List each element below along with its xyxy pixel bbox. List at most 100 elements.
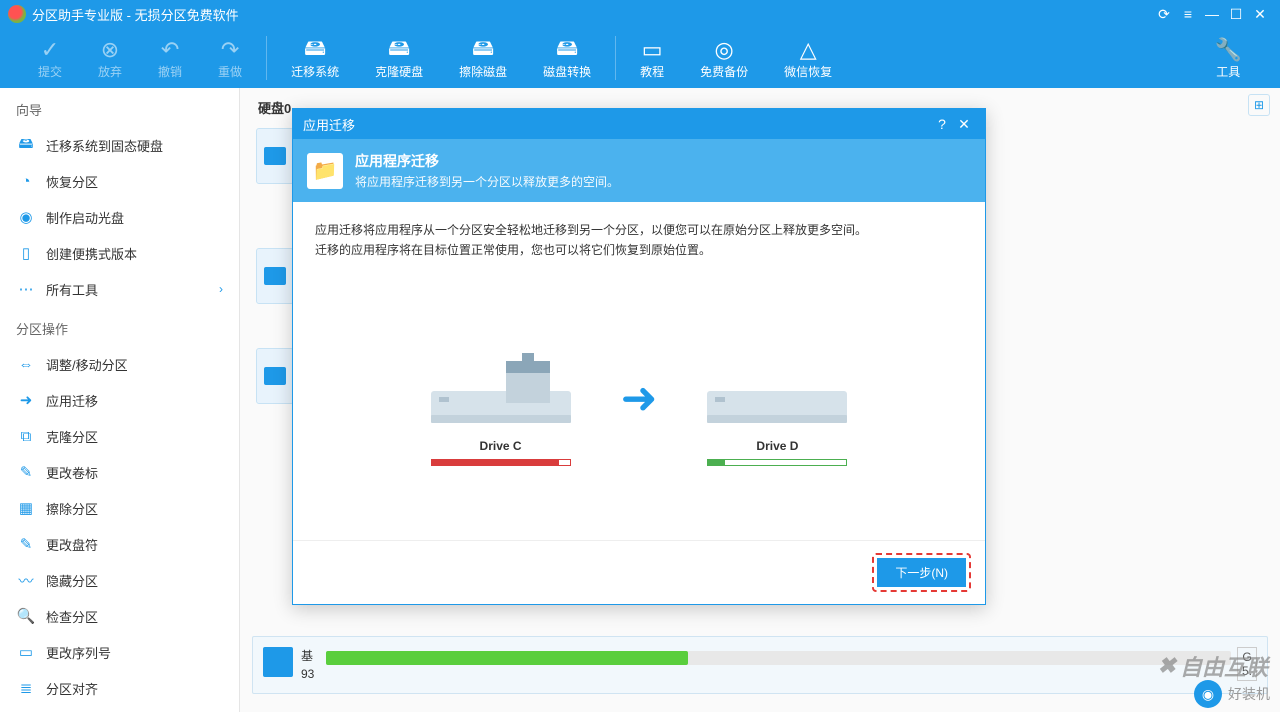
sidebar-item-boot-disc[interactable]: ◉制作启动光盘 bbox=[0, 199, 239, 235]
sidebar-item-recover-partition[interactable]: ◔恢复分区 bbox=[0, 163, 239, 199]
refresh-icon[interactable]: ⟳ bbox=[1152, 2, 1176, 26]
backup-button[interactable]: ◎免费备份 bbox=[682, 33, 766, 84]
toolbar: ✓提交 ⊗放弃 ↶撤销 ↷重做 🖴迁移系统 🖴克隆硬盘 🖴擦除磁盘 🖴磁盘转换 … bbox=[0, 28, 1280, 88]
sidebar: 向导 🖴迁移系统到固态硬盘 ◔恢复分区 ◉制作启动光盘 ▯创建便携式版本 ⋯所有… bbox=[0, 88, 240, 712]
watermark-text: ✖ 自由互联 bbox=[1158, 650, 1268, 682]
titlebar: 分区助手专业版 - 无损分区免费软件 ⟳ ≡ — ☐ ✕ bbox=[0, 0, 1280, 28]
app-logo-icon bbox=[8, 5, 26, 23]
folder-arrow-icon: 📁 bbox=[307, 153, 343, 189]
drive-c-label: Drive C bbox=[480, 439, 522, 453]
arrow-right-icon: ➜ bbox=[621, 373, 658, 424]
wipe-disk-button[interactable]: 🖴擦除磁盘 bbox=[441, 33, 525, 84]
partition-size: 93 bbox=[301, 665, 314, 683]
undo-icon: ↶ bbox=[161, 37, 179, 63]
sidebar-item-change-label[interactable]: ✎更改卷标 bbox=[0, 454, 239, 490]
desc-line-2: 迁移的应用程序将在目标位置正常使用，您也可以将它们恢复到原始位置。 bbox=[315, 240, 963, 260]
next-button-highlight: 下一步(N) bbox=[872, 553, 971, 592]
divider bbox=[615, 36, 616, 80]
sidebar-item-change-letter[interactable]: ✎更改盘符 bbox=[0, 526, 239, 562]
watermark2: ◉好装机 bbox=[1194, 680, 1270, 708]
letter-icon: ✎ bbox=[16, 534, 36, 554]
label-icon: ✎ bbox=[16, 462, 36, 482]
clone-disk-button[interactable]: 🖴克隆硬盘 bbox=[357, 33, 441, 84]
redo-button[interactable]: ↷重做 bbox=[200, 33, 260, 84]
serial-icon: ▭ bbox=[16, 642, 36, 662]
next-button[interactable]: 下一步(N) bbox=[877, 558, 966, 587]
app-title: 分区助手专业版 - 无损分区免费软件 bbox=[32, 5, 1152, 24]
sidebar-item-change-serial[interactable]: ▭更改序列号 bbox=[0, 634, 239, 670]
recover-icon: ◔ bbox=[16, 171, 36, 191]
resize-icon: ⇔ bbox=[16, 354, 36, 374]
wechat-icon: △ bbox=[800, 37, 817, 63]
watermark-logo-icon: ◉ bbox=[1194, 680, 1222, 708]
sidebar-item-properties[interactable]: ⓘ属性 bbox=[0, 706, 239, 712]
banner-title: 应用程序迁移 bbox=[355, 151, 619, 171]
book-icon: ▭ bbox=[642, 37, 663, 63]
clone-icon: 🖴 bbox=[388, 37, 410, 63]
drive-c-usage-bar bbox=[431, 459, 571, 466]
check-icon: ✓ bbox=[41, 37, 59, 63]
migrate-icon: ➜ bbox=[16, 390, 36, 410]
maximize-icon[interactable]: ☐ bbox=[1224, 2, 1248, 26]
sidebar-item-clone-partition[interactable]: ⧉克隆分区 bbox=[0, 418, 239, 454]
app-migrate-dialog: 应用迁移 ? ✕ 📁 应用程序迁移 将应用程序迁移到另一个分区以释放更多的空间。… bbox=[292, 108, 986, 605]
sidebar-item-all-tools[interactable]: ⋯所有工具› bbox=[0, 271, 239, 307]
close-icon[interactable]: ✕ bbox=[1248, 2, 1272, 26]
sidebar-item-align[interactable]: ≣分区对齐 bbox=[0, 670, 239, 706]
dialog-header: 应用迁移 ? ✕ bbox=[293, 109, 985, 139]
help-icon[interactable]: ? bbox=[931, 113, 953, 135]
sidebar-item-resize[interactable]: ⇔调整/移动分区 bbox=[0, 346, 239, 382]
search-icon: 🔍 bbox=[16, 606, 36, 626]
view-toggle-button[interactable]: ⊞ bbox=[1248, 94, 1270, 116]
wizard-section-title: 向导 bbox=[0, 88, 239, 127]
undo-button[interactable]: ↶撤销 bbox=[140, 33, 200, 84]
partition-name: 基 bbox=[301, 647, 314, 665]
ssd-icon: 🖴 bbox=[16, 135, 36, 155]
commit-button[interactable]: ✓提交 bbox=[20, 33, 80, 84]
redo-icon: ↷ bbox=[221, 37, 239, 63]
source-drive: Drive C bbox=[421, 331, 581, 466]
sidebar-item-wipe-partition[interactable]: ▦擦除分区 bbox=[0, 490, 239, 526]
eraser-icon: ▦ bbox=[16, 498, 36, 518]
align-icon: ≣ bbox=[16, 678, 36, 698]
migrate-os-button[interactable]: 🖴迁移系统 bbox=[273, 33, 357, 84]
menu-icon[interactable]: ≡ bbox=[1176, 2, 1200, 26]
tutorial-button[interactable]: ▭教程 bbox=[622, 33, 682, 84]
wechat-recover-button[interactable]: △微信恢复 bbox=[766, 33, 850, 84]
wipe-icon: 🖴 bbox=[472, 37, 494, 63]
ops-section-title: 分区操作 bbox=[0, 307, 239, 346]
minimize-icon[interactable]: — bbox=[1200, 2, 1224, 26]
divider bbox=[266, 36, 267, 80]
target-drive: Drive D bbox=[697, 331, 857, 466]
banner-subtitle: 将应用程序迁移到另一个分区以释放更多的空间。 bbox=[355, 173, 619, 190]
drive-d-usage-bar bbox=[707, 459, 847, 466]
backup-icon: ◎ bbox=[715, 37, 734, 63]
wrench-icon: 🔧 bbox=[1215, 37, 1242, 63]
convert-disk-button[interactable]: 🖴磁盘转换 bbox=[525, 33, 609, 84]
abort-button[interactable]: ⊗放弃 bbox=[80, 33, 140, 84]
partition-icon bbox=[263, 647, 293, 677]
sidebar-item-hide-partition[interactable]: 〰隐藏分区 bbox=[0, 562, 239, 598]
sidebar-item-migrate-ssd[interactable]: 🖴迁移系统到固态硬盘 bbox=[0, 127, 239, 163]
more-icon: ⋯ bbox=[16, 279, 36, 299]
sidebar-item-app-migrate[interactable]: ➜应用迁移 bbox=[0, 382, 239, 418]
chevron-right-icon: › bbox=[219, 282, 223, 296]
desc-line-1: 应用迁移将应用程序从一个分区安全轻松地迁移到另一个分区，以便您可以在原始分区上释… bbox=[315, 220, 963, 240]
drive-d-icon bbox=[697, 331, 857, 431]
sidebar-item-portable[interactable]: ▯创建便携式版本 bbox=[0, 235, 239, 271]
dialog-banner: 📁 应用程序迁移 将应用程序迁移到另一个分区以释放更多的空间。 bbox=[293, 139, 985, 202]
usb-icon: ▯ bbox=[16, 243, 36, 263]
dialog-close-icon[interactable]: ✕ bbox=[953, 113, 975, 135]
drive-arrow-icon: 🖴 bbox=[304, 37, 326, 63]
partition-row[interactable]: 基 93 G 5. bbox=[252, 636, 1268, 694]
drive-c-icon bbox=[421, 331, 581, 431]
dialog-title: 应用迁移 bbox=[303, 115, 355, 134]
sidebar-item-check-partition[interactable]: 🔍检查分区 bbox=[0, 598, 239, 634]
disc-icon: ◉ bbox=[16, 207, 36, 227]
hide-icon: 〰 bbox=[16, 570, 36, 590]
usage-bar bbox=[326, 651, 1231, 665]
tools-button[interactable]: 🔧工具 bbox=[1197, 33, 1260, 84]
clone-part-icon: ⧉ bbox=[16, 426, 36, 446]
drive-d-label: Drive D bbox=[756, 439, 798, 453]
cancel-icon: ⊗ bbox=[101, 37, 119, 63]
